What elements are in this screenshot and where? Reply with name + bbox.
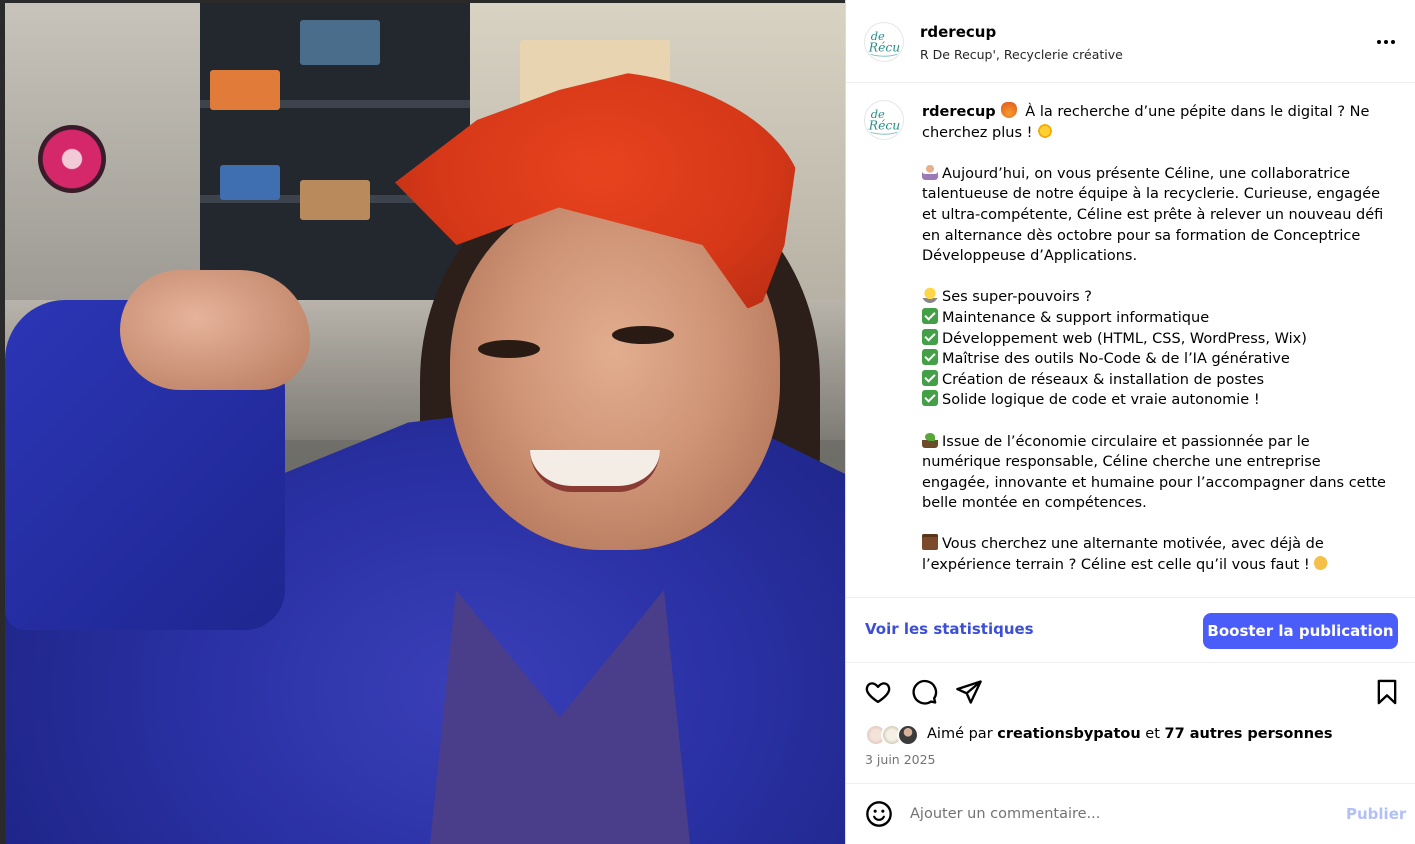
caption-paragraph: Issue de l’économie circulaire et passio… [922, 431, 1391, 514]
photo-bin [220, 165, 280, 200]
person-icon [922, 163, 938, 180]
caption-line: Aujourd’hui, on vous présente Céline, un… [922, 163, 1390, 267]
photo-person-eye [478, 340, 540, 358]
avatar [897, 724, 919, 746]
comment-bar: Publier [846, 783, 1415, 844]
caption-text: Aujourd’hui, on vous présente Céline, un… [922, 165, 1388, 265]
caption-line: Création de réseaux & installation de po… [922, 369, 1390, 391]
insights-bar: Voir les statistiques Booster la publica… [846, 597, 1415, 663]
rderecup-logo-icon: de Récu [868, 107, 901, 135]
check-icon [922, 307, 938, 324]
emoji-smiley-icon[interactable] [865, 800, 893, 828]
caption-line: rderecup À la recherche d’une pépite dan… [922, 102, 1390, 143]
caption-line: Maintenance & support informatique [922, 307, 1390, 329]
comment-input[interactable] [910, 802, 1310, 826]
caption-paragraph: rderecup À la recherche d’une pépite dan… [922, 102, 1390, 143]
photo-top-edge [0, 0, 845, 3]
caption-line: Développement web (HTML, CSS, WordPress,… [922, 328, 1390, 350]
check-icon [922, 369, 938, 386]
like-heart-icon[interactable] [864, 678, 892, 706]
likes-middle: et [1140, 726, 1165, 742]
more-dot-icon [1377, 40, 1381, 44]
caption-text: Vous cherchez une alternante motivée, av… [922, 536, 1329, 574]
check-icon [922, 328, 938, 345]
sprout-icon [922, 431, 938, 448]
caption-paragraph: Vous cherchez une alternante motivée, av… [922, 534, 1390, 575]
more-dot-icon [1384, 40, 1388, 44]
caption-line: Solide logique de code et vraie autonomi… [922, 390, 1390, 411]
post-header: de Récu rderecup R De Recup', Recyclerie… [846, 0, 1415, 83]
post-actions [846, 664, 1415, 720]
fire-icon [1000, 102, 1017, 118]
photo-bin [210, 70, 280, 110]
caption-line: Issue de l’économie circulaire et passio… [922, 431, 1391, 514]
photo-bin [300, 180, 370, 220]
rderecup-logo-icon: de Récu [868, 29, 901, 57]
check-icon [922, 349, 938, 366]
post-caption: rderecup À la recherche d’une pépite dan… [922, 102, 1390, 596]
caption-line: Vous cherchez une alternante motivée, av… [922, 534, 1390, 575]
bulb-icon [922, 287, 938, 304]
caption-text: Ses super-pouvoirs ? [942, 289, 1092, 306]
caption-text: Développement web (HTML, CSS, WordPress,… [942, 330, 1307, 347]
liker-username[interactable]: creationsbypatou [997, 726, 1140, 742]
caption-line: Ses super-pouvoirs ? [922, 287, 1390, 308]
photo-person-eye [612, 326, 674, 344]
view-insights-link[interactable]: Voir les statistiques [865, 620, 1034, 638]
comment-bubble-icon[interactable] [910, 678, 938, 706]
muscle-icon [1314, 555, 1331, 572]
photo-pink-disc [38, 125, 106, 193]
caption-text: Solide logique de code et vraie autonomi… [942, 392, 1260, 409]
likes-summary: Aimé par creationsbypatou et 77 autres p… [927, 726, 1333, 742]
svg-text:Récu: Récu [868, 41, 901, 55]
caption-avatar[interactable]: de Récu [864, 100, 904, 140]
boost-post-button[interactable]: Booster la publication [1203, 613, 1398, 649]
profile-avatar[interactable]: de Récu [864, 22, 904, 62]
caption-paragraph: Ses super-pouvoirs ? Maintenance & suppor… [922, 287, 1390, 411]
sun-icon [1037, 122, 1054, 139]
check-icon [922, 390, 938, 407]
likes-others-link[interactable]: 77 autres personnes [1165, 726, 1333, 742]
share-paper-plane-icon[interactable] [955, 678, 983, 706]
likes-prefix: Aimé par [927, 726, 998, 742]
caption-area: de Récu rderecup À la recherche d’une pé… [846, 84, 1415, 597]
post-subtitle[interactable]: R De Recup', Recyclerie créative [920, 47, 1123, 62]
post-username[interactable]: rderecup [920, 23, 996, 41]
svg-text:Récu: Récu [868, 119, 901, 133]
photo-left-edge [0, 0, 5, 844]
caption-text: Issue de l’économie circulaire et passio… [922, 433, 1391, 512]
more-dot-icon [1391, 40, 1395, 44]
briefcase-icon [922, 534, 938, 551]
liker-avatars [865, 724, 925, 746]
photo-person-fist [120, 270, 310, 390]
more-options-button[interactable] [1372, 28, 1400, 56]
caption-username[interactable]: rderecup [922, 104, 1001, 120]
caption-paragraph: Aujourd’hui, on vous présente Céline, un… [922, 163, 1390, 267]
caption-text: Création de réseaux & installation de po… [942, 371, 1265, 388]
post-date[interactable]: 3 juin 2025 [865, 752, 936, 767]
caption-line: Maîtrise des outils No-Code & de l’IA gé… [922, 349, 1390, 370]
save-bookmark-icon[interactable] [1373, 678, 1401, 706]
caption-text: Maintenance & support informatique [942, 309, 1210, 326]
photo-bin [300, 20, 380, 65]
caption-text: Maîtrise des outils No-Code & de l’IA gé… [942, 351, 1290, 368]
post-photo[interactable] [0, 0, 845, 844]
post-side-panel: de Récu rderecup R De Recup', Recyclerie… [845, 0, 1415, 844]
likes-row[interactable]: Aimé par creationsbypatou et 77 autres p… [846, 720, 1415, 750]
publish-comment-button[interactable]: Publier [1346, 805, 1406, 823]
